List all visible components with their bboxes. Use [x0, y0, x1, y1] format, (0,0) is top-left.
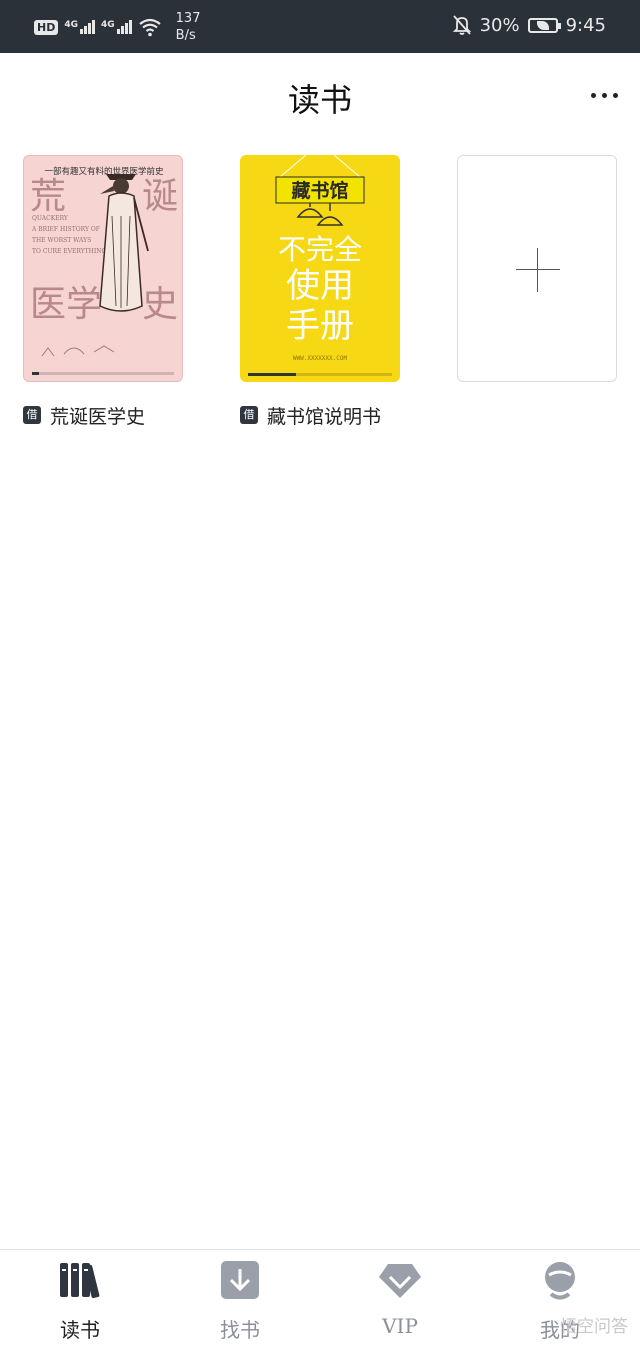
wifi-icon — [138, 18, 161, 37]
plus-icon — [537, 248, 538, 292]
tab-label: VIP — [382, 1314, 418, 1338]
speed-value: 137 — [175, 11, 201, 26]
hd-badge: HD — [34, 19, 59, 35]
signal-icon-2: 4G — [101, 20, 132, 34]
dot-icon — [602, 93, 607, 98]
book-cover-art: 一部有趣又有料的世界医学前史 荒 诞 QUACKERY A BRIEF HIST… — [30, 166, 178, 357]
svg-text:荒: 荒 — [30, 176, 66, 217]
svg-text:WWW.XXXXXXX.COM: WWW.XXXXXXX.COM — [293, 355, 348, 362]
battery-icon — [527, 17, 561, 33]
svg-text:手册: 手册 — [286, 306, 354, 346]
reading-progress-fill — [32, 372, 40, 375]
more-options-button[interactable] — [591, 93, 618, 98]
network-type-label: 4G — [64, 20, 78, 30]
reading-progress-bar — [248, 373, 392, 376]
svg-text:医学: 医学 — [30, 284, 102, 325]
book-item[interactable]: 藏书馆 不完全 使用 手册 WWW.XXXXXXX.COM 借 藏书馆说明书 — [240, 155, 400, 430]
book-cover[interactable]: 一部有趣又有料的世界医学前史 荒 诞 QUACKERY A BRIEF HIST… — [23, 155, 183, 382]
clock: 9:45 — [565, 14, 606, 36]
book-title[interactable]: 荒诞医学史 — [50, 404, 168, 430]
tab-label: 读书 — [60, 1318, 100, 1342]
dot-icon — [613, 93, 618, 98]
borrowed-badge: 借 — [240, 406, 258, 424]
svg-text:诞: 诞 — [142, 176, 178, 217]
svg-text:THE WORST WAYS: THE WORST WAYS — [32, 237, 91, 244]
book-cover-art: 藏书馆 不完全 使用 手册 WWW.XXXXXXX.COM — [275, 155, 365, 362]
bottom-tab-bar: 读书 找书 VIP 我的 悟空问答 — [0, 1249, 640, 1351]
dot-icon — [591, 93, 596, 98]
network-speed: 137 B/s — [176, 10, 201, 44]
status-bar: HD 4G 4G 137 B/s 30% 9:45 — [0, 0, 640, 53]
reading-progress-fill — [248, 373, 296, 376]
plus-icon — [516, 269, 560, 270]
network-type-label-2: 4G — [101, 20, 115, 30]
user-avatar-icon — [545, 1262, 575, 1300]
status-right: 30% 9:45 — [452, 14, 606, 36]
svg-text:藏书馆: 藏书馆 — [291, 179, 348, 202]
speed-unit: B/s — [175, 28, 196, 43]
book-title[interactable]: 藏书馆说明书 — [267, 404, 385, 430]
svg-text:史: 史 — [142, 284, 178, 325]
svg-text:使用: 使用 — [286, 266, 354, 306]
battery-percent: 30% — [479, 14, 520, 36]
page-title: 读书 — [287, 81, 352, 119]
signal-icon: 4G — [64, 20, 95, 34]
plague-doctor-illustration — [99, 174, 149, 312]
svg-text:QUACKERY: QUACKERY — [32, 215, 69, 222]
status-left: HD 4G 4G 137 B/s — [34, 10, 200, 44]
borrowed-badge: 借 — [23, 406, 41, 424]
book-item[interactable]: 一部有趣又有料的世界医学前史 荒 诞 QUACKERY A BRIEF HIST… — [23, 155, 183, 430]
reading-progress-bar — [32, 372, 174, 375]
book-cover[interactable]: 藏书馆 不完全 使用 手册 WWW.XXXXXXX.COM — [240, 155, 400, 382]
svg-text:TO CURE EVERYTHING: TO CURE EVERYTHING — [32, 248, 107, 255]
app-header: 读书 — [0, 53, 640, 141]
diamond-icon — [379, 1264, 421, 1298]
svg-text:A BRIEF HISTORY OF: A BRIEF HISTORY OF — [31, 226, 100, 233]
lamp-icon — [296, 203, 344, 226]
tab-label: 找书 — [220, 1318, 260, 1342]
tab-vip[interactable]: VIP — [320, 1250, 480, 1351]
book-caption: 借 荒诞医学史 — [23, 404, 183, 430]
add-book-button[interactable] — [457, 155, 617, 382]
tab-find[interactable]: 找书 — [160, 1250, 320, 1351]
tab-read[interactable]: 读书 — [0, 1250, 160, 1351]
watermark-logo: 悟空问答 — [560, 1317, 628, 1337]
download-book-icon — [221, 1261, 259, 1299]
bookshelf-icon — [60, 1263, 100, 1299]
book-caption: 借 藏书馆说明书 — [240, 404, 400, 430]
svg-text:不完全: 不完全 — [278, 233, 362, 266]
bell-muted-icon — [452, 15, 471, 35]
